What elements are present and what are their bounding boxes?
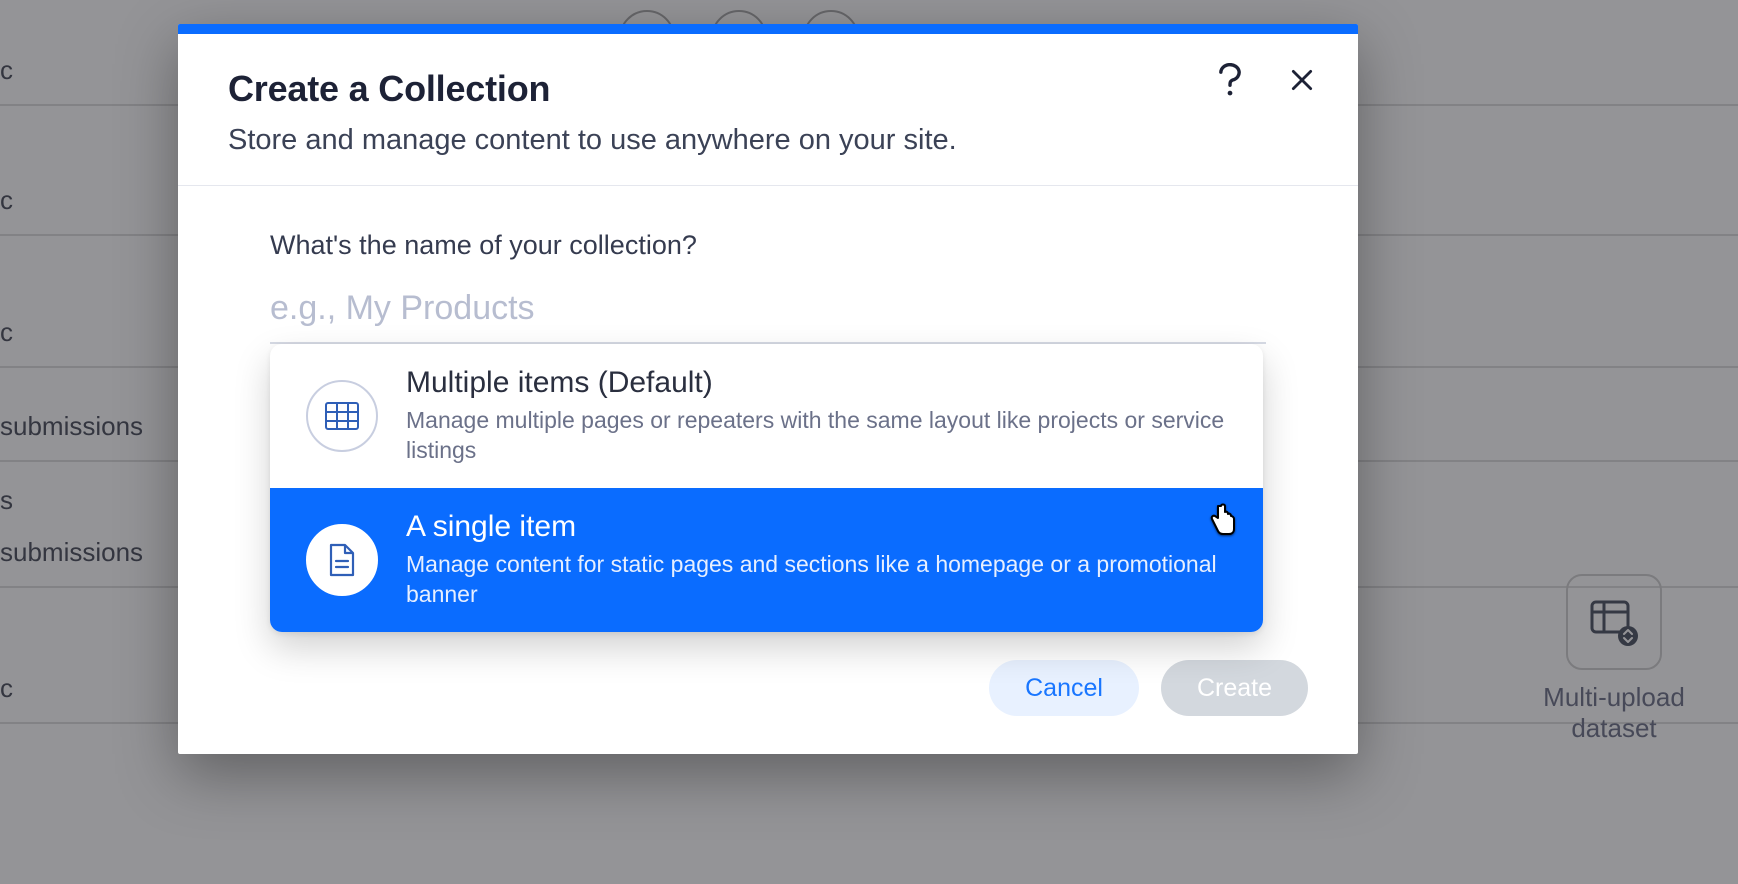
create-button[interactable]: Create [1161,660,1308,716]
collection-name-input[interactable] [270,279,1266,344]
option-multiple-title: Multiple items (Default) [406,366,1235,400]
close-button[interactable] [1282,60,1322,100]
create-collection-modal: Create a Collection Store and manage con… [178,24,1358,754]
modal-footer: Cancel Create [178,660,1358,754]
close-icon [1289,67,1315,93]
modal-body: What's the name of your collection? Mult… [178,186,1358,660]
option-multiple-items[interactable]: Multiple items (Default) Manage multiple… [270,344,1263,488]
collection-type-dropdown: Multiple items (Default) Manage multiple… [270,344,1263,632]
modal-title: Create a Collection [228,68,1308,110]
help-button[interactable] [1210,60,1250,100]
option-multiple-desc: Manage multiple pages or repeaters with … [406,406,1235,466]
option-single-desc: Manage content for static pages and sect… [406,550,1235,610]
table-grid-icon [306,380,378,452]
modal-subtitle: Store and manage content to use anywhere… [228,124,1308,157]
modal-header: Create a Collection Store and manage con… [178,34,1358,186]
collection-name-label: What's the name of your collection? [270,230,1266,261]
option-single-title: A single item [406,510,1235,544]
document-icon [306,524,378,596]
cancel-button[interactable]: Cancel [989,660,1139,716]
option-single-item[interactable]: A single item Manage content for static … [270,488,1263,632]
question-icon [1217,63,1243,97]
modal-accent-bar [178,24,1358,34]
